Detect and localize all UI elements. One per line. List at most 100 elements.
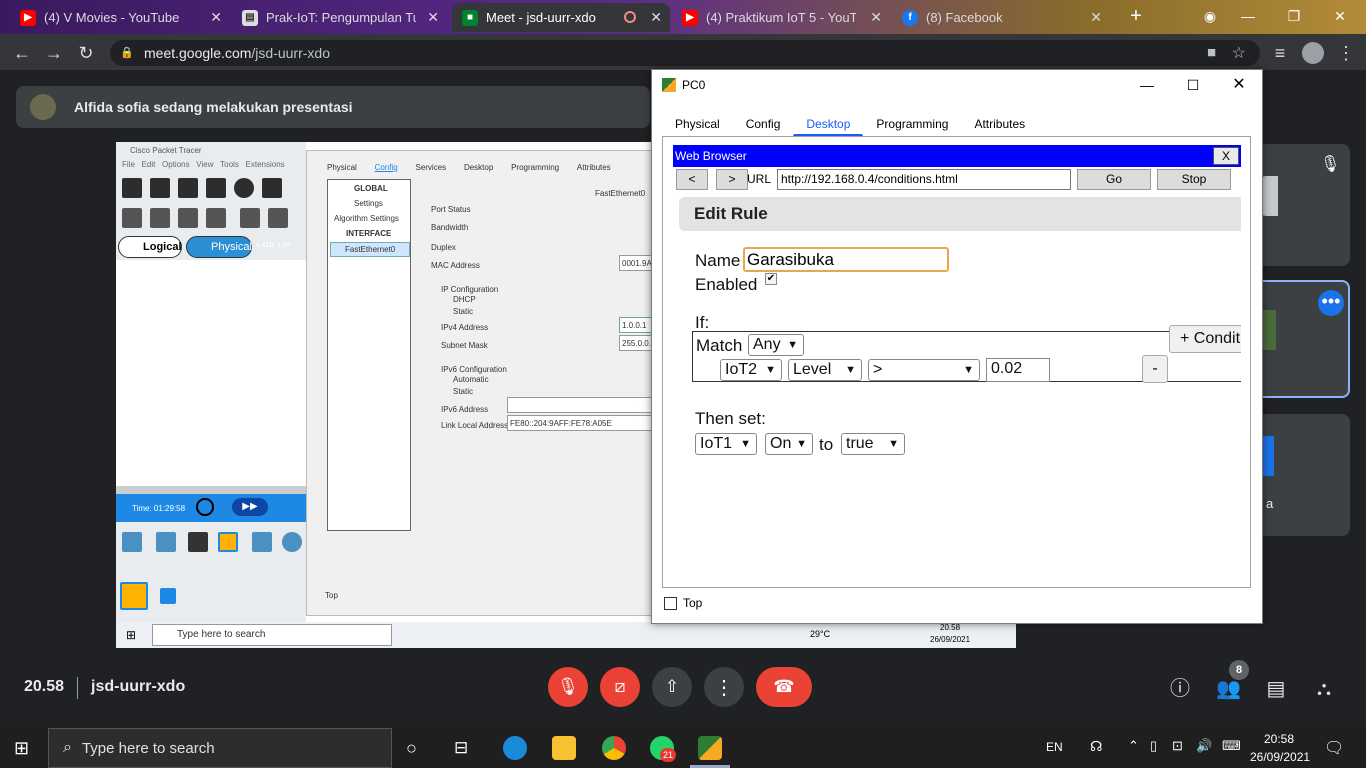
more-options-icon[interactable]: ••• bbox=[1318, 290, 1344, 316]
tab-desktop[interactable]: Desktop bbox=[793, 112, 864, 136]
end-call-button[interactable]: ☎ bbox=[756, 667, 812, 707]
minimize-icon[interactable]: — bbox=[1226, 4, 1270, 28]
taskbar-search-box[interactable]: ⌕ Type here to search bbox=[48, 728, 392, 768]
tab-prak-iot[interactable]: ▤ Prak-IoT: Pengumpulan Tuga ✕ bbox=[232, 3, 447, 32]
condition-property-select[interactable]: Level ▼ bbox=[788, 359, 862, 381]
mic-off-button[interactable]: 🎙 bbox=[548, 667, 588, 707]
select-icon bbox=[122, 208, 142, 228]
language-indicator[interactable]: EN bbox=[1046, 740, 1063, 754]
close-icon[interactable]: ✕ bbox=[650, 9, 662, 26]
browser-forward-button[interactable]: > bbox=[716, 169, 748, 190]
url-host: meet.google.com bbox=[144, 45, 252, 61]
tab-facebook[interactable]: f (8) Facebook ✕ bbox=[892, 3, 1110, 32]
notifications-icon[interactable]: 🗨 bbox=[1324, 738, 1344, 758]
close-window-icon[interactable]: ✕ bbox=[1318, 4, 1362, 28]
device-router-icon bbox=[122, 532, 142, 552]
people-icon[interactable]: 👥 bbox=[1216, 677, 1241, 701]
stop-button[interactable]: Stop bbox=[1157, 169, 1231, 190]
close-icon[interactable]: ✕ bbox=[870, 9, 882, 26]
pt-workspace-panel: Cisco Packet Tracer File Edit Options Vi… bbox=[116, 142, 306, 648]
match-select[interactable]: Any ▼ bbox=[748, 334, 804, 356]
new-file-icon bbox=[122, 178, 142, 198]
star-icon[interactable]: ☆ bbox=[1232, 43, 1246, 63]
match-label: Match bbox=[696, 336, 743, 355]
name-input[interactable]: Garasibuka bbox=[743, 247, 949, 272]
chat-icon[interactable]: ▤ bbox=[1264, 677, 1288, 701]
connection-icon bbox=[218, 532, 238, 552]
condition-device-select[interactable]: IoT2 ▼ bbox=[720, 359, 782, 381]
remove-condition-button[interactable]: - bbox=[1142, 355, 1168, 383]
action-device-select[interactable]: IoT1 ▼ bbox=[695, 433, 757, 455]
action-value-select[interactable]: true ▼ bbox=[841, 433, 905, 455]
more-options-button[interactable]: ⋮ bbox=[704, 667, 744, 707]
battery-icon[interactable]: ▯ bbox=[1150, 738, 1157, 754]
chrome-icon[interactable] bbox=[602, 736, 626, 760]
file-explorer-icon[interactable] bbox=[552, 736, 576, 760]
browser-back-button[interactable]: < bbox=[676, 169, 708, 190]
pt-config-sidebar: GLOBAL Settings Algorithm Settings INTER… bbox=[327, 179, 411, 531]
address-bar[interactable]: 🔒 meet.google.com/jsd-uurr-xdo ■ ☆ bbox=[110, 40, 1260, 66]
web-browser-close-button[interactable]: X bbox=[1213, 147, 1239, 165]
reload-icon[interactable]: ↻ bbox=[74, 41, 98, 65]
pt-scrollbar bbox=[116, 486, 306, 494]
close-icon[interactable]: ✕ bbox=[210, 9, 222, 26]
present-button[interactable]: ⇧ bbox=[652, 667, 692, 707]
tab-physical[interactable]: Physical bbox=[662, 112, 733, 136]
tab-attributes[interactable]: Attributes bbox=[961, 112, 1038, 136]
close-icon[interactable]: ✕ bbox=[427, 9, 439, 26]
device-folder-icon bbox=[252, 532, 272, 552]
clock-time[interactable]: 20:58 bbox=[1264, 732, 1294, 746]
url-input[interactable]: http://192.168.0.4/conditions.html bbox=[777, 169, 1071, 190]
network-icon[interactable]: ⊡ bbox=[1172, 738, 1183, 754]
top-checkbox-row[interactable]: Top bbox=[664, 596, 702, 610]
avatar[interactable] bbox=[1302, 42, 1324, 64]
volume-icon[interactable]: 🔊 bbox=[1196, 738, 1212, 754]
maximize-icon[interactable]: ☐ bbox=[1170, 70, 1216, 100]
edge-icon[interactable] bbox=[503, 736, 527, 760]
packet-tracer-icon[interactable] bbox=[698, 736, 722, 760]
dropdown-arrow-icon: ▼ bbox=[787, 339, 798, 351]
media-icon[interactable]: ≡ bbox=[1268, 41, 1292, 65]
menu-icon[interactable]: ⋮ bbox=[1334, 41, 1358, 65]
tab-programming[interactable]: Programming bbox=[863, 112, 961, 136]
enabled-checkbox[interactable]: ✔ bbox=[765, 273, 777, 285]
task-view-icon[interactable]: ⊟ bbox=[454, 738, 468, 758]
tab-youtube-movies[interactable]: ▶ (4) V Movies - YouTube ✕ bbox=[10, 3, 230, 32]
close-icon[interactable]: ✕ bbox=[1216, 70, 1262, 100]
activities-icon[interactable]: ⛬ bbox=[1312, 677, 1336, 701]
close-icon[interactable]: ✕ bbox=[1090, 9, 1102, 26]
cortana-icon[interactable]: ○ bbox=[406, 738, 417, 759]
windows-start-icon[interactable]: ⊞ bbox=[14, 738, 29, 759]
dropdown-arrow-icon: ▼ bbox=[845, 364, 856, 376]
dropdown-arrow-icon: ▼ bbox=[963, 364, 974, 376]
add-condition-button[interactable]: + Condit bbox=[1169, 325, 1241, 353]
input-method-icon[interactable]: ⌨ bbox=[1222, 738, 1241, 754]
participants-badge: 8 bbox=[1229, 660, 1249, 680]
condition-operator-select[interactable]: > ▼ bbox=[868, 359, 980, 381]
forward-icon[interactable]: → bbox=[42, 41, 66, 65]
camera-off-button[interactable]: ⧄ bbox=[600, 667, 640, 707]
action-property-select[interactable]: On ▼ bbox=[765, 433, 813, 455]
new-tab-button[interactable]: + bbox=[1114, 4, 1158, 28]
tab-config[interactable]: Config bbox=[733, 112, 794, 136]
minimize-icon[interactable]: — bbox=[1124, 70, 1170, 100]
clock-date[interactable]: 26/09/2021 bbox=[1250, 750, 1310, 764]
top-checkbox[interactable] bbox=[664, 596, 677, 610]
youtube-icon: ▶ bbox=[682, 9, 698, 26]
whatsapp-badge: 21 bbox=[660, 748, 676, 762]
condition-value-input[interactable]: 0.02 bbox=[986, 358, 1050, 382]
divider bbox=[77, 677, 78, 699]
pt-title: Cisco Packet Tracer bbox=[130, 146, 202, 155]
dropdown-arrow-icon: ▼ bbox=[740, 438, 751, 450]
tab-youtube-iot[interactable]: ▶ (4) Praktikum IoT 5 - YouTube ✕ bbox=[672, 3, 890, 32]
restore-icon[interactable]: ❐ bbox=[1272, 4, 1316, 28]
tab-meet[interactable]: ■ Meet - jsd-uurr-xdo ✕ bbox=[452, 3, 670, 32]
tray-chevron-icon[interactable]: ⌃ bbox=[1128, 738, 1139, 754]
meeting-details-icon[interactable]: ⓘ bbox=[1168, 677, 1192, 701]
back-icon[interactable]: ← bbox=[10, 41, 34, 65]
pt-canvas bbox=[116, 260, 306, 486]
note-icon bbox=[240, 208, 260, 228]
camera-icon[interactable]: ■ bbox=[1207, 44, 1216, 61]
go-button[interactable]: Go bbox=[1077, 169, 1151, 190]
people-tray-icon[interactable]: ☊ bbox=[1090, 738, 1102, 755]
